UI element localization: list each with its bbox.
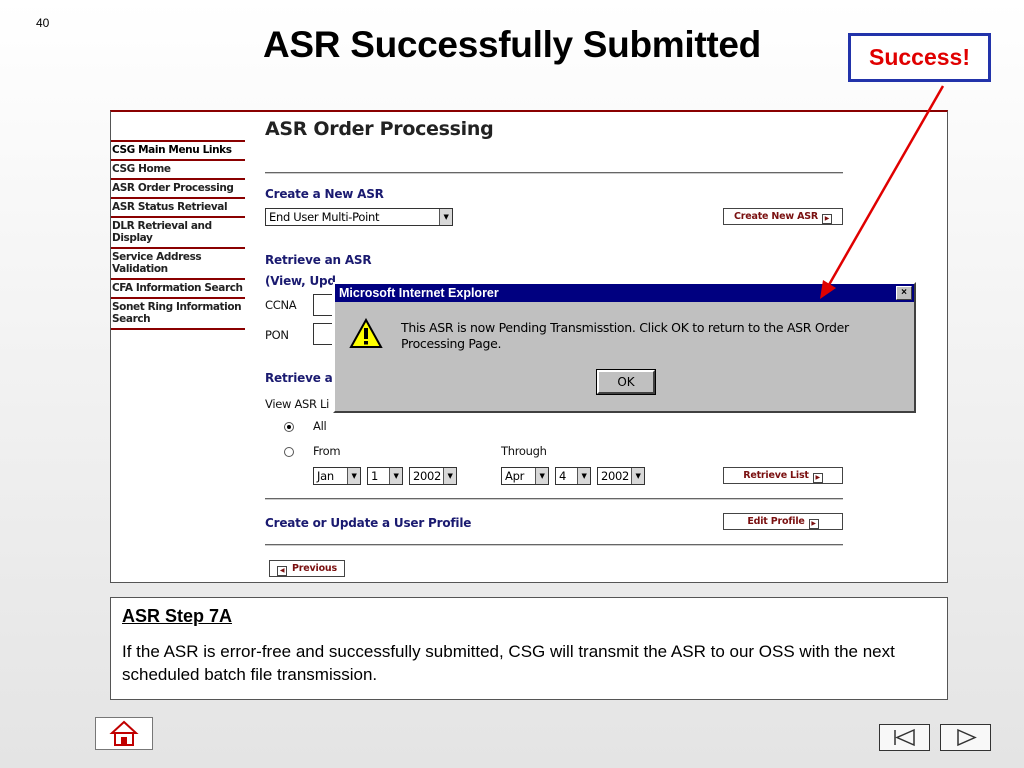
- divider: [265, 172, 843, 174]
- to-month-value: Apr: [505, 469, 524, 483]
- browser-screenshot: CSG Main Menu Links CSG Home ASR Order P…: [110, 110, 948, 583]
- page-title: ASR Order Processing: [265, 118, 494, 140]
- sidebar-item-dlr-retrieval[interactable]: DLR Retrieval and Display: [111, 218, 245, 249]
- radio-all-label: All: [313, 419, 327, 433]
- from-month-value: Jan: [317, 469, 334, 483]
- ok-button[interactable]: OK: [596, 369, 656, 395]
- play-icon: ▶: [822, 214, 832, 224]
- step-title: ASR Step 7A: [122, 606, 233, 626]
- to-year-select[interactable]: 2002 ▼: [597, 467, 645, 485]
- close-icon[interactable]: ×: [896, 286, 912, 300]
- sidebar-header: CSG Main Menu Links: [111, 142, 245, 161]
- step-text: If the ASR is error-free and successfull…: [122, 642, 895, 684]
- step-description-box: ASR Step 7A If the ASR is error-free and…: [110, 597, 948, 700]
- to-month-select[interactable]: Apr ▼: [501, 467, 549, 485]
- success-callout: Success!: [848, 33, 991, 82]
- create-new-asr-button[interactable]: Create New ASR ▶: [723, 208, 843, 225]
- sidebar-item-cfa-information-search[interactable]: CFA Information Search: [111, 280, 245, 299]
- chevron-down-icon: ▼: [631, 468, 644, 484]
- next-page-icon: [957, 728, 977, 747]
- edit-profile-label: Edit Profile: [747, 516, 805, 527]
- play-icon: ▶: [808, 519, 819, 529]
- sidebar-item-sonet-ring-search[interactable]: Sonet Ring Information Search: [111, 299, 245, 330]
- chevron-down-icon: ▼: [577, 468, 590, 484]
- dialog-titlebar: Microsoft Internet Explorer ×: [335, 284, 914, 302]
- retrieve-list-button[interactable]: Retrieve List ▶: [723, 467, 843, 484]
- sidebar: CSG Main Menu Links CSG Home ASR Order P…: [111, 140, 245, 330]
- ccna-label: CCNA: [265, 298, 297, 312]
- edit-profile-button[interactable]: Edit Profile ▶: [723, 513, 843, 530]
- first-page-icon: [894, 728, 915, 747]
- dialog-title: Microsoft Internet Explorer: [339, 286, 499, 300]
- user-profile-heading: Create or Update a User Profile: [265, 516, 472, 530]
- pon-label: PON: [265, 328, 289, 342]
- warning-icon: [349, 318, 383, 348]
- retrieve-list-heading: Retrieve a: [265, 371, 333, 385]
- pon-input[interactable]: [313, 323, 332, 345]
- sidebar-item-asr-order-processing[interactable]: ASR Order Processing: [111, 180, 245, 199]
- dialog-message: This ASR is now Pending Transmisstion. C…: [401, 320, 849, 351]
- first-page-button[interactable]: [879, 724, 930, 751]
- previous-label: Previous: [292, 563, 337, 574]
- ccna-input[interactable]: [313, 294, 332, 316]
- chevron-down-icon: ▼: [389, 468, 402, 484]
- chevron-down-icon: ▼: [347, 468, 360, 484]
- chevron-down-icon: ▼: [439, 209, 452, 225]
- radio-from[interactable]: [284, 447, 294, 457]
- radio-from-label: From: [313, 444, 341, 458]
- asr-type-select[interactable]: End User Multi-Point ▼: [265, 208, 453, 226]
- to-day-value: 4: [559, 469, 567, 483]
- to-day-select[interactable]: 4 ▼: [555, 467, 591, 485]
- retrieve-list-label: Retrieve List: [743, 470, 809, 481]
- create-new-asr-label: Create New ASR: [734, 211, 818, 222]
- chevron-down-icon: ▼: [443, 468, 456, 484]
- retrieve-asr-subheading: (View, Upd: [265, 274, 336, 288]
- home-button[interactable]: [95, 717, 153, 750]
- sidebar-item-csg-home[interactable]: CSG Home: [111, 161, 245, 180]
- radio-all[interactable]: [284, 422, 294, 432]
- create-asr-heading: Create a New ASR: [265, 187, 384, 201]
- home-icon: [109, 720, 139, 746]
- divider: [265, 544, 843, 546]
- sidebar-item-service-address-validation[interactable]: Service Address Validation: [111, 249, 245, 280]
- through-label: Through: [501, 444, 547, 458]
- play-icon: ▶: [812, 473, 823, 483]
- from-day-value: 1: [371, 469, 379, 483]
- back-icon: ◀: [277, 566, 288, 576]
- view-asr-list-label: View ASR Li: [265, 397, 330, 411]
- divider: [265, 498, 843, 500]
- from-year-select[interactable]: 2002 ▼: [409, 467, 457, 485]
- chevron-down-icon: ▼: [535, 468, 548, 484]
- retrieve-asr-heading: Retrieve an ASR: [265, 253, 372, 267]
- from-month-select[interactable]: Jan ▼: [313, 467, 361, 485]
- previous-button[interactable]: ◀ Previous: [269, 560, 345, 577]
- to-year-value: 2002: [601, 469, 630, 483]
- next-page-button[interactable]: [940, 724, 991, 751]
- alert-dialog: Microsoft Internet Explorer × This ASR i…: [333, 282, 916, 413]
- sidebar-item-asr-status-retrieval[interactable]: ASR Status Retrieval: [111, 199, 245, 218]
- asr-type-value: End User Multi-Point: [269, 210, 380, 224]
- from-day-select[interactable]: 1 ▼: [367, 467, 403, 485]
- from-year-value: 2002: [413, 469, 442, 483]
